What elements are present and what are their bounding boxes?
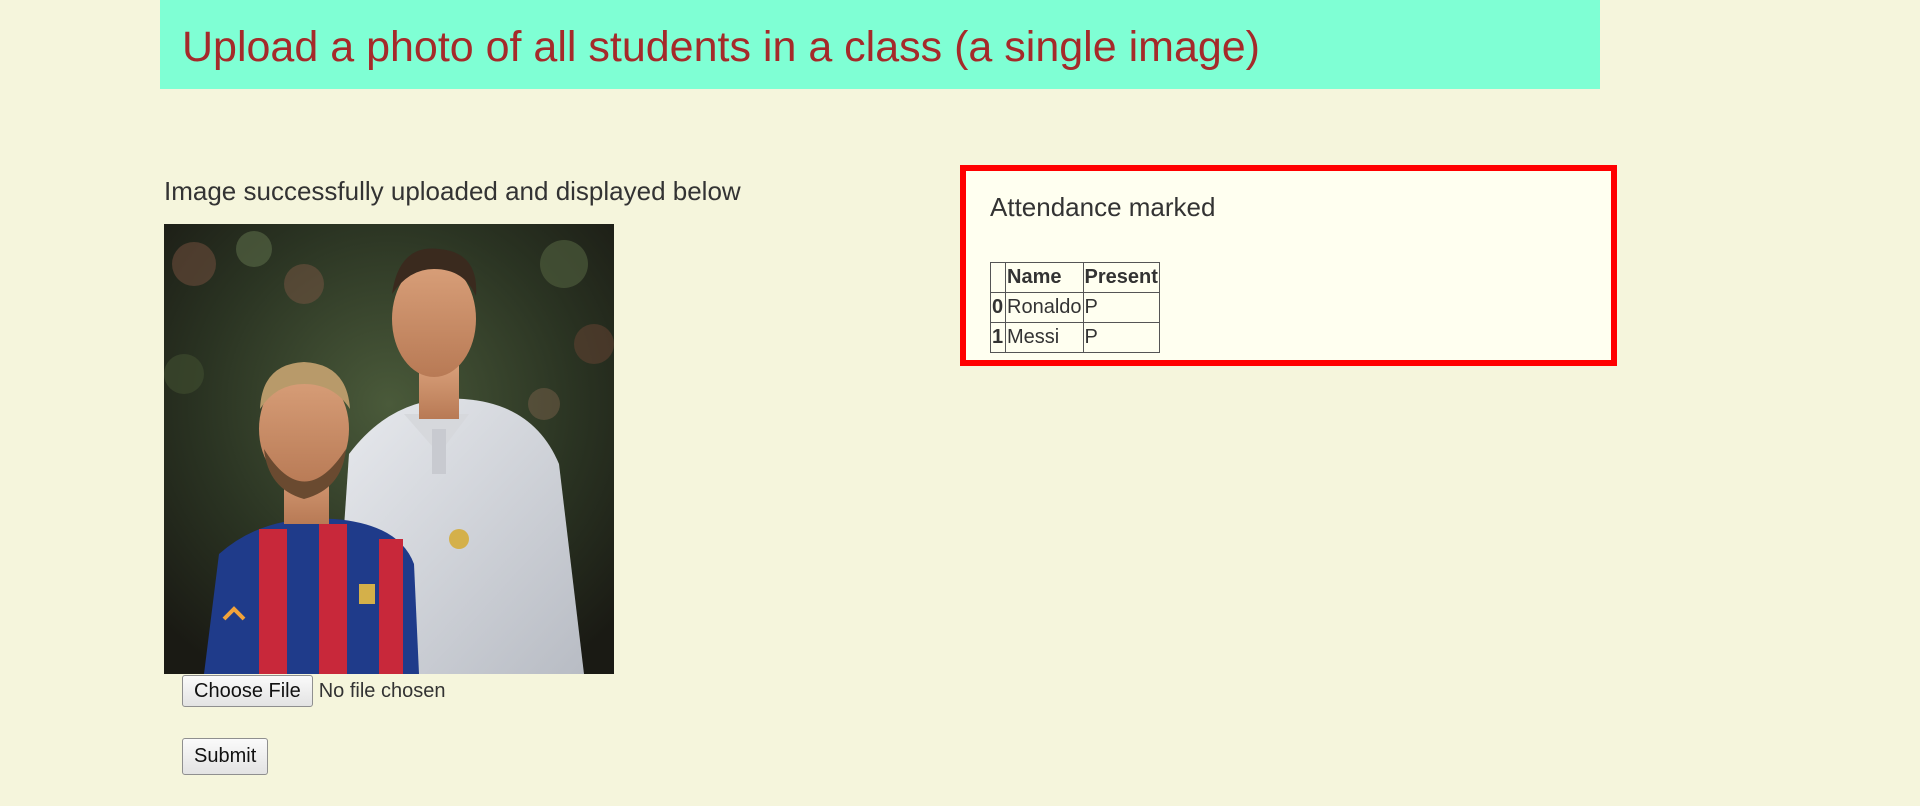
file-status-text: No file chosen bbox=[318, 679, 446, 702]
row-present: P bbox=[1082, 322, 1160, 353]
file-input-row: Choose File No file chosen bbox=[182, 675, 445, 707]
table-header-name: Name bbox=[1005, 262, 1084, 293]
row-present: P bbox=[1082, 292, 1160, 323]
row-index: 0 bbox=[990, 292, 1006, 323]
uploaded-class-photo bbox=[164, 224, 614, 674]
table-header-row: Name Present bbox=[990, 262, 1160, 293]
attendance-panel: Attendance marked Name Present 0 Ronaldo… bbox=[960, 165, 1617, 366]
table-header-present: Present bbox=[1082, 262, 1160, 293]
attendance-table: Name Present 0 Ronaldo P 1 Messi P bbox=[990, 262, 1160, 353]
submit-button[interactable]: Submit bbox=[182, 738, 269, 775]
row-name: Ronaldo bbox=[1005, 292, 1084, 323]
upload-status-message: Image successfully uploaded and displaye… bbox=[164, 176, 741, 206]
attendance-title: Attendance marked bbox=[990, 192, 1216, 222]
page-title: Upload a photo of all students in a clas… bbox=[182, 23, 1261, 71]
table-row: 1 Messi P bbox=[990, 322, 1160, 353]
table-row: 0 Ronaldo P bbox=[990, 292, 1160, 323]
choose-file-button[interactable]: Choose File bbox=[182, 675, 313, 707]
header-banner: Upload a photo of all students in a clas… bbox=[160, 0, 1600, 89]
row-index: 1 bbox=[990, 322, 1006, 353]
table-header-index bbox=[990, 262, 1006, 293]
row-name: Messi bbox=[1005, 322, 1084, 353]
